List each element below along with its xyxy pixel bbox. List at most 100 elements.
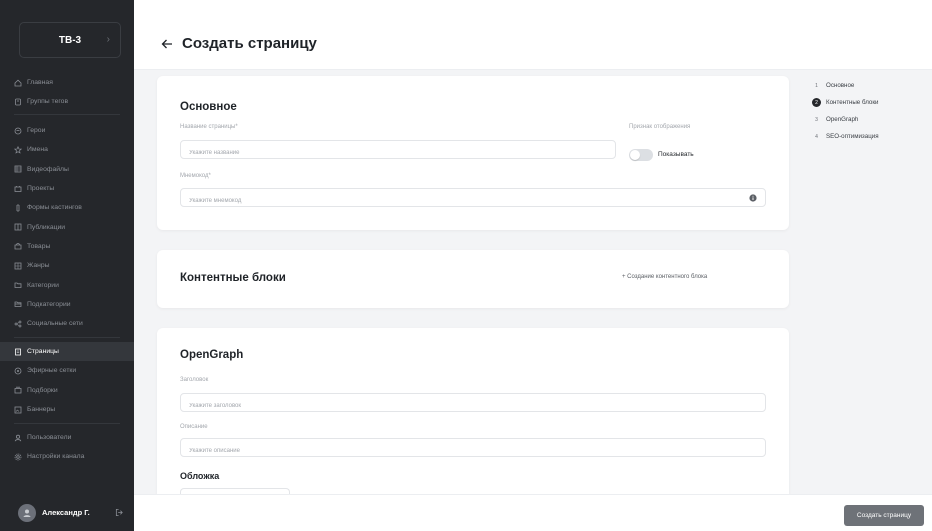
toggle-knob [630,150,640,160]
step-label: Контентные блоки [826,99,879,106]
channel-selector[interactable]: ТВ-3 › [19,22,121,58]
field-label: Мнемокод* [180,173,211,179]
cover-label: Обложка [180,471,220,481]
step-item[interactable]: 2 Контентные блоки [812,94,879,111]
sidebar-item-label: Баннеры [27,406,56,414]
sidebar-item-label: Эфирные сетки [27,367,77,375]
sidebar-item-label: Имена [27,146,48,154]
sidebar-item[interactable]: Публикации [0,217,134,236]
sidebar-item[interactable]: Главная [0,73,134,92]
user-panel: Александр Г. [0,495,134,531]
page-footer: Создать страницу [134,494,932,531]
video-icon [14,165,22,173]
step-label: OpenGraph [826,116,859,123]
page-name-input[interactable] [181,144,615,162]
step-item[interactable]: 1 Основное [812,77,879,94]
product-icon [14,242,22,250]
content-blocks-section: Контентные блоки + Создание контентного … [157,250,789,308]
home-icon [14,79,22,87]
sidebar-item[interactable]: Подборки [0,381,134,400]
sidebar-item[interactable]: Пользователи [0,428,134,447]
arrow-left-icon[interactable] [160,37,174,51]
banner-icon [14,406,22,414]
step-item[interactable]: 4 SEO-оптимизация [812,128,879,145]
sidebar-item[interactable]: Формы кастингов [0,198,134,217]
og-heading-field[interactable] [180,393,766,415]
sidebar-item-label: Публикации [27,223,66,231]
og-description-field[interactable] [180,438,766,460]
page-title: Создать страницу [182,35,317,52]
step-number: 3 [815,116,818,123]
collection-icon [14,386,22,394]
basic-section: Основное Название страницы* Признак отоб… [157,76,789,230]
sidebar-item[interactable]: Подкатегории [0,295,134,314]
hero-icon [14,127,22,135]
section-title: Основное [180,101,237,113]
divider [14,423,120,424]
broadcast-icon [14,367,22,375]
field-label: Заголовок [180,377,209,383]
add-content-block-button[interactable]: + Создание контентного блока [622,274,707,280]
field-label: Описание [180,424,208,430]
folder-icon [14,281,22,289]
section-title: OpenGraph [180,349,244,361]
sidebar-item[interactable]: Имена [0,140,134,159]
opengraph-section: OpenGraph Заголовок Описание Обложка [157,328,789,494]
page-icon [14,348,22,356]
logout-icon[interactable] [115,508,124,517]
sidebar-item-label: Подкатегории [27,300,71,308]
sidebar-item[interactable]: Категории [0,275,134,294]
mnemo-input[interactable] [181,192,765,210]
sidebar-item[interactable]: Настройки канала [0,447,134,466]
info-icon[interactable] [749,194,757,202]
nav-group-pages: Страницы Эфирные сетки Подборки Баннеры [0,342,134,419]
avatar[interactable] [18,504,36,522]
share-icon [14,320,22,328]
sidebar-item-label: Страницы [27,348,59,356]
sidebar-item[interactable]: Баннеры [0,400,134,419]
sidebar-item-label: Группы тегов [27,98,69,106]
form-icon [14,204,22,212]
sidebar-item[interactable]: Проекты [0,179,134,198]
sidebar-item-label: Проекты [27,185,55,193]
step-number: 2 [812,98,821,107]
sidebar-item[interactable]: Жанры [0,256,134,275]
sidebar-item[interactable]: Герои [0,121,134,140]
sidebar-item[interactable]: Товары [0,237,134,256]
step-number: 1 [815,82,818,89]
step-label: SEO-оптимизация [826,133,879,140]
toggle-label: Показывать [658,151,694,158]
divider [14,337,120,338]
subfolder-icon [14,300,22,308]
sidebar-item[interactable]: Страницы [0,342,134,362]
gear-icon [14,453,22,461]
sidebar-item-label: Главная [27,79,53,87]
sidebar-item-label: Подборки [27,386,58,394]
field-label: Признак отображения [629,124,691,130]
sidebar-item[interactable]: Группы тегов [0,92,134,111]
nav-group-main: Главная Группы тегов [0,73,134,112]
step-item[interactable]: 3 OpenGraph [812,111,879,128]
project-icon [14,185,22,193]
sidebar-item-label: Формы кастингов [27,204,82,212]
display-toggle[interactable] [629,149,653,161]
sidebar-item-label: Жанры [27,262,50,270]
sidebar-item-label: Настройки канала [27,453,85,461]
sidebar-item[interactable]: Социальные сети [0,314,134,333]
sidebar-item[interactable]: Видеофайлы [0,160,134,179]
nav-group-content: Герои Имена Видеофайлы Проекты Формы кастинг… [0,121,134,333]
nav-group-settings: Пользователи Настройки канала [0,428,134,467]
mnemo-field[interactable] [180,188,766,210]
genre-icon [14,262,22,270]
create-page-button[interactable]: Создать страницу [844,505,924,526]
section-title: Контентные блоки [180,272,286,284]
page-name-field[interactable] [180,140,616,162]
sidebar-item-label: Товары [27,242,51,250]
sidebar-item-label: Категории [27,281,59,289]
sidebar-item-label: Пользователи [27,434,72,442]
publication-icon [14,223,22,231]
user-icon [14,434,22,442]
og-heading-input[interactable] [181,397,765,415]
og-description-input[interactable] [181,442,765,460]
sidebar-item[interactable]: Эфирные сетки [0,361,134,380]
